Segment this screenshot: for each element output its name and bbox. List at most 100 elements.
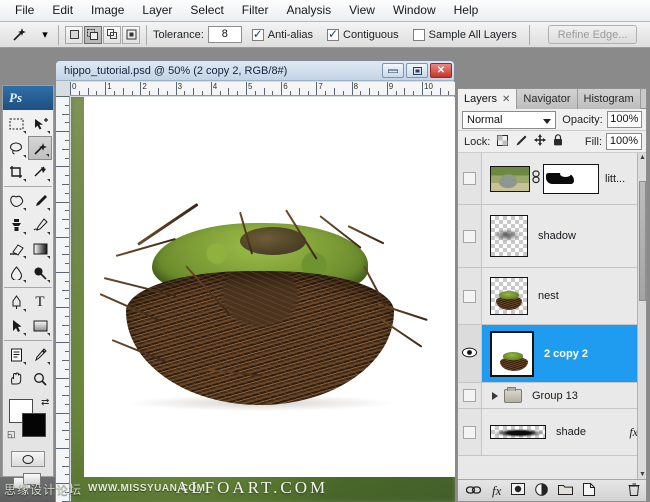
chevron-up-icon[interactable]: ▲ xyxy=(639,154,646,161)
lock-all-icon[interactable] xyxy=(553,134,563,149)
tab-navigator[interactable]: Navigator xyxy=(517,89,578,109)
blend-mode-select[interactable]: Normal xyxy=(462,110,557,129)
eyedropper-tool[interactable] xyxy=(28,343,52,367)
table-row[interactable]: shade fx xyxy=(458,409,646,456)
magic-wand-icon[interactable] xyxy=(0,23,38,47)
path-selection-tool[interactable] xyxy=(4,314,28,338)
maximize-button[interactable] xyxy=(406,63,428,78)
layer-thumbnail[interactable] xyxy=(490,425,546,439)
layer-visibility-toggle[interactable] xyxy=(458,383,482,408)
table-row[interactable]: nest xyxy=(458,268,646,325)
link-layers-button[interactable] xyxy=(465,484,482,498)
background-color-swatch[interactable] xyxy=(22,413,46,437)
menu-view[interactable]: View xyxy=(340,1,384,20)
zoom-tool[interactable] xyxy=(28,367,52,391)
gradient-tool[interactable] xyxy=(28,237,52,261)
contiguous-checkbox-group[interactable]: Contiguous xyxy=(327,27,403,41)
pen-tool[interactable] xyxy=(4,290,28,314)
scrollbar-thumb[interactable] xyxy=(639,181,646,301)
move-tool[interactable] xyxy=(28,112,52,136)
brush-tool[interactable] xyxy=(28,189,52,213)
blur-tool[interactable] xyxy=(4,261,28,285)
table-row[interactable]: shadow xyxy=(458,205,646,268)
lock-image-pixels-icon[interactable] xyxy=(515,135,527,149)
shape-tool[interactable] xyxy=(28,314,52,338)
menu-file[interactable]: File xyxy=(6,1,43,20)
sample-all-layers-checkbox[interactable] xyxy=(412,28,425,41)
nest-thumb xyxy=(496,291,522,310)
lock-transparent-pixels-icon[interactable] xyxy=(497,134,509,149)
default-colors-icon[interactable]: ◱ xyxy=(7,429,16,440)
type-tool[interactable]: T xyxy=(28,290,52,314)
rectangular-marquee-tool[interactable] xyxy=(4,112,28,136)
document-title-bar[interactable]: hippo_tutorial.psd @ 50% (2 copy 2, RGB/… xyxy=(56,61,454,81)
table-row[interactable]: litt... xyxy=(458,153,646,205)
table-row[interactable]: 2 copy 2 xyxy=(458,325,646,383)
menu-help[interactable]: Help xyxy=(445,1,488,20)
eraser-tool[interactable] xyxy=(4,237,28,261)
link-icon[interactable] xyxy=(532,170,540,187)
chevron-down-icon[interactable] xyxy=(543,118,552,124)
canvas-area[interactable] xyxy=(71,97,455,502)
crop-tool[interactable] xyxy=(4,160,28,184)
chevron-down-icon[interactable]: ▼ xyxy=(639,471,646,478)
layer-visibility-toggle[interactable] xyxy=(458,268,482,324)
menu-edit[interactable]: Edit xyxy=(43,1,82,20)
opacity-input[interactable]: 100% xyxy=(606,111,642,128)
new-layer-button[interactable] xyxy=(583,482,596,499)
anti-alias-checkbox-group[interactable]: Anti-alias xyxy=(251,27,317,41)
anti-alias-checkbox[interactable] xyxy=(251,27,264,41)
menu-image[interactable]: Image xyxy=(82,1,133,20)
new-fill-adjustment-layer-button[interactable] xyxy=(535,482,549,499)
swap-colors-icon[interactable]: ⇄ xyxy=(41,397,49,408)
quick-mask-button[interactable] xyxy=(11,451,45,467)
horizontal-ruler[interactable]: 0 1 2 3 4 5 6 7 8 9 10 xyxy=(70,82,455,96)
layers-scrollbar[interactable]: ▲ ▼ xyxy=(637,153,646,479)
patch-tool[interactable] xyxy=(4,189,28,213)
layer-thumbnail[interactable] xyxy=(490,215,528,257)
minimize-button[interactable] xyxy=(382,63,404,78)
close-button[interactable]: ✕ xyxy=(430,63,452,78)
table-row[interactable]: Group 13 xyxy=(458,383,646,409)
layer-visibility-toggle[interactable] xyxy=(458,409,482,455)
subtract-from-selection-button[interactable] xyxy=(103,25,121,44)
lasso-tool[interactable] xyxy=(4,136,28,160)
layer-visibility-toggle[interactable] xyxy=(458,325,482,382)
menu-layer[interactable]: Layer xyxy=(133,1,181,20)
clone-stamp-tool[interactable] xyxy=(4,213,28,237)
hand-tool[interactable] xyxy=(4,367,28,391)
layer-visibility-toggle[interactable] xyxy=(458,153,482,204)
new-selection-button[interactable] xyxy=(65,25,83,44)
add-layer-mask-button[interactable] xyxy=(511,483,526,498)
magic-wand-tool[interactable] xyxy=(28,136,52,160)
layer-visibility-toggle[interactable] xyxy=(458,205,482,267)
sample-all-layers-checkbox-group[interactable]: Sample All Layers xyxy=(412,28,521,41)
tab-histogram[interactable]: Histogram xyxy=(577,89,641,109)
fill-input[interactable]: 100% xyxy=(606,133,642,150)
tolerance-input[interactable]: 8 xyxy=(207,26,242,43)
delete-layer-button[interactable] xyxy=(628,483,640,499)
layer-thumbnail[interactable] xyxy=(490,330,534,377)
layer-thumbnail[interactable] xyxy=(490,165,530,192)
notes-tool[interactable] xyxy=(4,343,28,367)
slice-tool[interactable] xyxy=(28,160,52,184)
close-icon[interactable]: ✕ xyxy=(502,94,510,105)
intersect-with-selection-button[interactable] xyxy=(122,25,140,44)
layer-thumbnail[interactable] xyxy=(490,277,528,315)
lock-position-icon[interactable] xyxy=(534,134,547,149)
menu-window[interactable]: Window xyxy=(384,1,445,20)
tab-layers[interactable]: Layers ✕ xyxy=(458,89,518,109)
add-layer-style-button[interactable]: fx xyxy=(492,483,501,499)
dodge-tool[interactable] xyxy=(28,261,52,285)
menu-analysis[interactable]: Analysis xyxy=(277,1,340,20)
vertical-ruler[interactable] xyxy=(56,96,70,502)
history-brush-tool[interactable] xyxy=(28,213,52,237)
menu-filter[interactable]: Filter xyxy=(233,1,278,20)
tool-preset-caret[interactable]: ▾ xyxy=(38,28,52,41)
new-group-button[interactable] xyxy=(558,483,574,498)
add-to-selection-button[interactable] xyxy=(84,25,102,44)
contiguous-checkbox[interactable] xyxy=(327,27,340,41)
chevron-right-icon[interactable] xyxy=(492,391,498,400)
layer-mask-thumbnail[interactable] xyxy=(543,163,599,194)
menu-select[interactable]: Select xyxy=(181,1,232,20)
